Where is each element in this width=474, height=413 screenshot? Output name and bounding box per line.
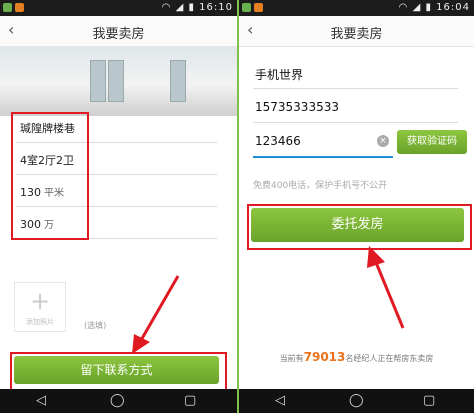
code-value: 123466 (255, 134, 301, 148)
app-header: ‹ 我要卖房 (0, 16, 237, 47)
home-nav-icon[interactable]: ◯ (349, 393, 364, 408)
submit-listing-button[interactable]: 委托发房 (251, 208, 464, 242)
banner-image (0, 46, 237, 116)
system-nav-bar: ◁ ◯ ▢ (239, 389, 474, 413)
clear-icon[interactable]: × (377, 135, 389, 147)
footer-suffix: 名经纪人正在帮房东卖房 (345, 354, 434, 363)
system-nav-bar: ◁ ◯ ▢ (0, 389, 237, 413)
status-time: 16:10 (199, 2, 233, 13)
recents-nav-icon[interactable]: ▢ (423, 393, 435, 408)
agent-count: 79013 (303, 350, 346, 364)
agent-count-footer: 当前有79013名经纪人正在帮房东卖房 (239, 350, 474, 364)
status-time: 16:04 (436, 2, 470, 13)
get-code-button[interactable]: 获取验证码 (397, 130, 467, 154)
home-nav-icon[interactable]: ◯ (110, 393, 125, 408)
notification-icons (3, 3, 27, 15)
recents-nav-icon[interactable]: ▢ (184, 393, 196, 408)
privacy-note: 免费400电话，保护手机号不公开 (253, 181, 388, 191)
wifi-icon: ◠ (161, 2, 172, 13)
leave-contact-button[interactable]: 留下联系方式 (14, 356, 219, 384)
optional-label: (选填) (84, 321, 107, 330)
verification-code-input[interactable]: 123466 × (253, 128, 393, 158)
app-header: ‹ 我要卖房 (239, 16, 474, 47)
name-field[interactable]: 手机世界 (253, 60, 458, 89)
annotation-arrow (132, 275, 180, 354)
page-title: 我要卖房 (92, 27, 145, 42)
battery-icon: ▮ (425, 2, 432, 13)
name-value: 手机世界 (255, 68, 304, 82)
annotation-arrow (367, 246, 405, 329)
signal-icon: ◢ (175, 2, 185, 13)
add-photo-button[interactable]: + 添加照片 (14, 282, 66, 332)
plus-icon: + (29, 287, 51, 315)
battery-icon: ▮ (188, 2, 195, 13)
status-bar: ◠ ◢ ▮ 16:04 (239, 0, 474, 16)
phone-field[interactable]: 15735333533 (253, 94, 458, 123)
right-phone-screen: ◠ ◢ ▮ 16:04 ‹ 我要卖房 手机世界 15735333533 1234… (239, 0, 474, 413)
signal-icon: ◢ (412, 2, 422, 13)
left-phone-screen: ◠ ◢ ▮ 16:10 ‹ 我要卖房 瑊隍牌楼巷 4室2厅2卫 130 平米 30… (0, 0, 237, 413)
back-nav-icon[interactable]: ◁ (36, 393, 46, 408)
phone-value: 15735333533 (255, 100, 339, 114)
wifi-icon: ◠ (398, 2, 409, 13)
page-title: 我要卖房 (330, 27, 383, 42)
footer-prefix: 当前有 (279, 354, 304, 363)
notification-icons (242, 3, 266, 15)
status-bar: ◠ ◢ ▮ 16:10 (0, 0, 237, 16)
annotation-box (11, 112, 89, 240)
add-photo-label: 添加照片 (26, 318, 54, 326)
back-nav-icon[interactable]: ◁ (275, 393, 285, 408)
